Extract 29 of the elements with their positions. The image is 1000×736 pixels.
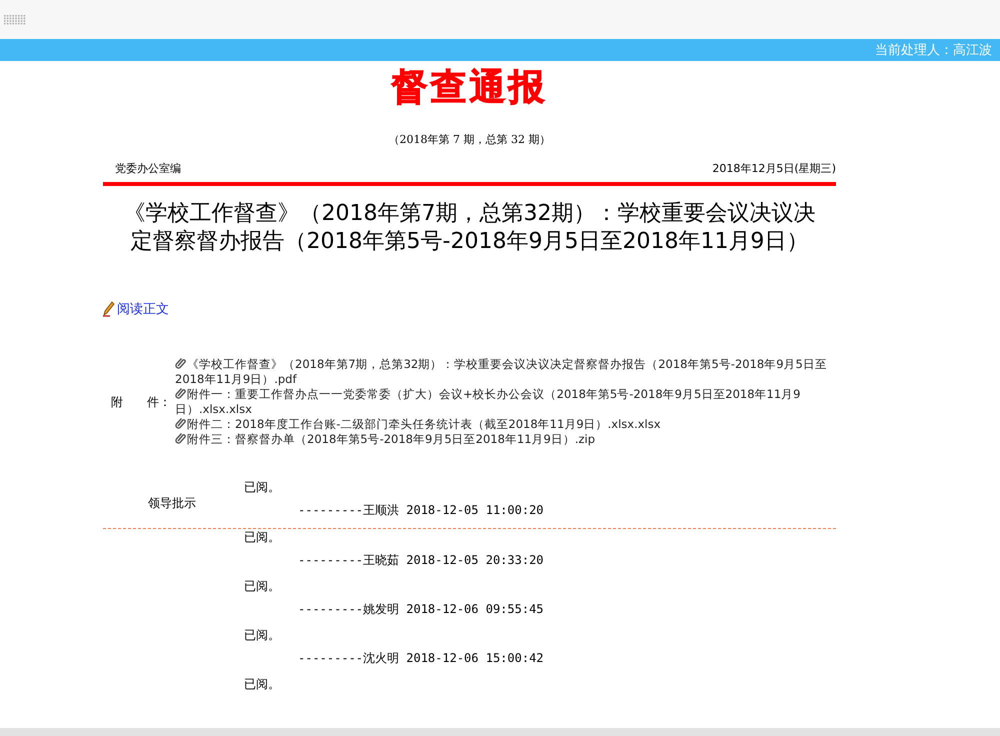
signature: ---------王晓茹 2018-12-05 20:33:20 xyxy=(297,552,545,569)
current-handler: 当前处理人：高江波 xyxy=(875,42,992,59)
headline: 《学校工作督查》（2018年第7期，总第32期）：学校重要会议决议决定督察督办报告（2018年第5号-2018年9月5日至2018年11月9日） xyxy=(122,200,816,256)
comment-text: 已阅。 xyxy=(244,529,281,546)
issue-date: 2018年12月5日(星期三) xyxy=(712,161,836,176)
instructions-label: 领导批示 xyxy=(148,495,196,512)
comment-text: 已阅。 xyxy=(244,627,281,644)
editor-label: 党委办公室编 xyxy=(115,161,181,176)
attachment-link[interactable]: 附件一：重要工作督办点一一党委常委（扩大）会议+校长办公会议（2018年第5号-2018年9月5日至2018年11月9日）.xlsx.xlsx xyxy=(175,387,835,417)
signature: ---------姚发明 2018-12-06 09:55:45 xyxy=(297,601,545,618)
signature: ---------沈火明 2018-12-06 15:00:42 xyxy=(297,650,545,667)
attachment-link[interactable]: 附件二：2018年度工作台账-二级部门牵头任务统计表（截至2018年11月9日）.xlsx.xlsx xyxy=(175,417,835,432)
paperclip-icon xyxy=(175,417,187,429)
paperclip-icon xyxy=(175,387,187,399)
comment-text: 已阅。 xyxy=(244,676,281,693)
attachment-link[interactable]: 《学校工作督查》（2018年第7期，总第32期）：学校重要会议决议决定督察督办报告（2018年第5号-2018年9月5日至2018年11月9日）.pdf xyxy=(175,357,835,387)
grid-icon xyxy=(4,14,26,24)
masthead-title: 督查通报 xyxy=(390,66,548,108)
attachments-label: 附 件： xyxy=(110,394,172,410)
attachment-link[interactable]: 附件三：督察督办单（2018年第5号-2018年9月5日至2018年11月9日）.zip xyxy=(175,432,835,447)
comment-text: 已阅。 xyxy=(244,479,281,496)
pencil-icon xyxy=(103,301,115,317)
read-link[interactable]: 阅读正文 xyxy=(103,300,169,318)
paperclip-icon xyxy=(175,432,187,444)
comment-text: 已阅。 xyxy=(244,578,281,595)
signature: ---------王顺洪 2018-12-05 11:00:20 xyxy=(297,502,545,519)
issue-number: （2018年第 7 期，总第 32 期） xyxy=(388,132,552,147)
scrollbar[interactable] xyxy=(0,728,1000,736)
paperclip-icon xyxy=(175,357,187,369)
